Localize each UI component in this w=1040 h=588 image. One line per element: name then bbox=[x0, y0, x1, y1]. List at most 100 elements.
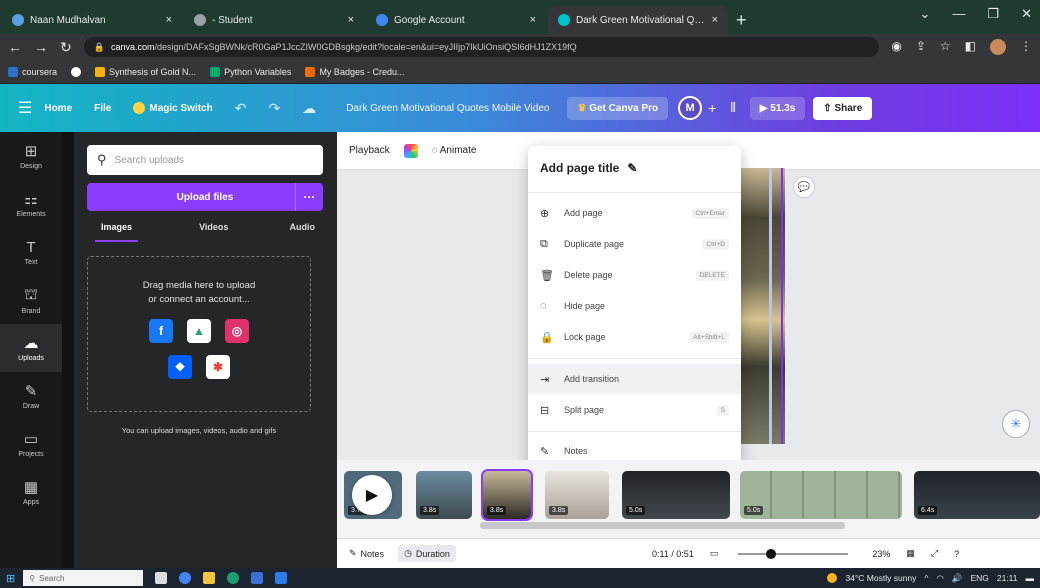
tab-student[interactable]: - Student × bbox=[184, 6, 364, 34]
timeline-clip[interactable]: 3.8s bbox=[545, 471, 609, 519]
menu-item-split-page[interactable]: ⊟ Split page S bbox=[528, 395, 741, 425]
facebook-icon[interactable]: f bbox=[149, 319, 173, 343]
close-icon[interactable]: × bbox=[712, 14, 718, 26]
rail-item-elements[interactable]: ⚏ Elements bbox=[0, 180, 62, 228]
back-icon[interactable]: ← bbox=[8, 39, 22, 55]
forward-icon[interactable]: → bbox=[34, 39, 48, 55]
panel-scrollbar[interactable] bbox=[62, 132, 74, 568]
magic-switch-button[interactable]: Magic Switch bbox=[133, 102, 213, 114]
timeline-clip[interactable]: 5.0s bbox=[622, 471, 730, 519]
color-picker-icon[interactable] bbox=[403, 143, 418, 158]
menu-item-add-transition[interactable]: ⇥ Add transition bbox=[528, 364, 741, 394]
help-icon[interactable]: ? bbox=[954, 549, 959, 559]
more-options-button[interactable]: ··· bbox=[295, 183, 323, 211]
weather-text[interactable]: 34°C Mostly sunny bbox=[845, 573, 916, 583]
menu-item-lock-page[interactable]: 🔒 Lock page Alt+Shift+L bbox=[528, 322, 741, 352]
fullscreen-preview-icon[interactable]: ▭ bbox=[710, 548, 719, 559]
clock[interactable]: 21:11 bbox=[997, 573, 1018, 583]
rail-item-projects[interactable]: ▭ Projects bbox=[0, 420, 62, 468]
menu-item-hide-page[interactable]: ◌ Hide page bbox=[528, 291, 741, 321]
reload-icon[interactable]: ↻ bbox=[60, 39, 72, 56]
magic-assistant-icon[interactable]: ✳ bbox=[1002, 410, 1030, 438]
playback-button[interactable]: Playback bbox=[349, 145, 390, 156]
tab-search-icon[interactable]: ⌄ bbox=[920, 6, 931, 22]
bookmark-python-variables[interactable]: Python Variables bbox=[210, 66, 291, 77]
tab-audio[interactable]: Audio bbox=[289, 218, 315, 242]
close-window-icon[interactable]: ✕ bbox=[1021, 6, 1032, 22]
zoom-slider[interactable] bbox=[738, 548, 849, 559]
upload-files-button[interactable]: Upload files ··· bbox=[87, 183, 323, 211]
present-play-button[interactable]: ▶ 51.3s bbox=[749, 96, 806, 120]
tab-canva-design[interactable]: Dark Green Motivational Quot... × bbox=[548, 6, 728, 34]
timeline-clip[interactable]: 5.0s bbox=[740, 471, 902, 519]
home-button[interactable]: Home bbox=[44, 103, 72, 114]
insights-icon[interactable]: ⫴ bbox=[730, 100, 735, 116]
instagram-icon[interactable]: ◎ bbox=[225, 319, 249, 343]
tray-chevron-icon[interactable]: ^ bbox=[924, 573, 928, 583]
upload-drop-zone[interactable]: Drag media here to upload or connect an … bbox=[87, 256, 311, 412]
tab-images[interactable]: Images bbox=[95, 218, 139, 242]
bookmark-my-badges[interactable]: My Badges - Credu... bbox=[305, 66, 404, 77]
google-lens-icon[interactable]: ◉ bbox=[891, 39, 901, 55]
rail-item-text[interactable]: T Text bbox=[0, 228, 62, 276]
taskview-icon[interactable] bbox=[155, 572, 168, 584]
bookmark-synthesis[interactable]: Synthesis of Gold N... bbox=[95, 66, 196, 77]
document-title[interactable]: Dark Green Motivational Quotes Mobile Vi… bbox=[346, 103, 549, 114]
language-indicator[interactable]: ENG bbox=[970, 573, 988, 583]
rail-item-uploads[interactable]: ☁ Uploads bbox=[0, 324, 62, 372]
new-tab-button[interactable]: + bbox=[736, 6, 747, 34]
timeline-clip[interactable]: 6.4s bbox=[914, 471, 1040, 519]
network-icon[interactable]: ◠ bbox=[936, 573, 943, 584]
rail-item-apps[interactable]: ▦ Apps bbox=[0, 468, 62, 516]
add-page-title[interactable]: Add page title ✎ bbox=[540, 161, 637, 175]
expand-icon[interactable]: ⤢ bbox=[931, 548, 938, 559]
undo-icon[interactable]: ↶ bbox=[235, 100, 247, 117]
bookmark-coursera[interactable]: coursera bbox=[8, 66, 57, 77]
tab-google-account[interactable]: Google Account × bbox=[366, 6, 546, 34]
hamburger-menu-icon[interactable]: ☰ bbox=[18, 98, 32, 118]
close-icon[interactable]: × bbox=[348, 14, 354, 26]
play-timeline-button[interactable]: ▶ bbox=[352, 475, 392, 515]
notes-button[interactable]: ✎ Notes bbox=[349, 548, 384, 559]
explorer-icon[interactable] bbox=[203, 572, 216, 584]
add-collaborator-icon[interactable]: + bbox=[708, 100, 716, 116]
star-icon[interactable]: ☆ bbox=[940, 39, 951, 55]
tab-videos[interactable]: Videos bbox=[199, 218, 228, 242]
menu-item-delete-page[interactable]: 🗑 Delete page DELETE bbox=[528, 260, 741, 290]
share-button[interactable]: ⇧ Share bbox=[813, 96, 873, 120]
close-icon[interactable]: × bbox=[166, 14, 172, 26]
store-icon[interactable] bbox=[251, 572, 264, 584]
zoom-slider-knob[interactable] bbox=[766, 548, 777, 559]
rail-item-draw[interactable]: ✎ Draw bbox=[0, 372, 62, 420]
cloud-save-icon[interactable]: ☁ bbox=[302, 100, 316, 117]
timeline-scrollbar[interactable] bbox=[480, 522, 845, 529]
profile-avatar[interactable] bbox=[990, 39, 1006, 55]
redo-icon[interactable]: ↷ bbox=[268, 100, 280, 117]
windows-start-icon[interactable]: ⊞ bbox=[6, 572, 15, 585]
google-drive-icon[interactable]: ▲ bbox=[187, 319, 211, 343]
close-icon[interactable]: × bbox=[530, 14, 536, 26]
duration-button[interactable]: ◷ Duration bbox=[398, 545, 456, 562]
user-avatar[interactable]: M bbox=[678, 96, 703, 120]
bookmark-github[interactable] bbox=[71, 66, 82, 77]
dropbox-icon[interactable]: ❖ bbox=[168, 355, 192, 379]
timeline-clip-selected[interactable]: 3.8s bbox=[481, 469, 533, 521]
zoom-level[interactable]: 23% bbox=[872, 549, 890, 559]
tab-naan-mudhalvan[interactable]: Naan Mudhalvan × bbox=[2, 6, 182, 34]
taskbar-search[interactable]: ⚲ Search bbox=[23, 570, 144, 586]
timeline-clip[interactable]: 3.8s bbox=[416, 471, 472, 519]
edge-icon[interactable] bbox=[227, 572, 240, 584]
rail-item-brand[interactable]: ⛫ Brand bbox=[0, 276, 62, 324]
search-uploads-input[interactable]: ⚲ Search uploads bbox=[87, 145, 323, 175]
comment-icon[interactable]: 💬 bbox=[793, 176, 815, 198]
mail-icon[interactable] bbox=[275, 572, 288, 584]
maximize-icon[interactable]: ❐ bbox=[987, 6, 999, 22]
chrome-icon[interactable] bbox=[179, 572, 192, 584]
url-field[interactable]: 🔒 canva.com /design/DAFxSgBWNk/cR0GaP1Jc… bbox=[83, 37, 880, 57]
get-canva-pro-button[interactable]: ♛ Get Canva Pro bbox=[567, 96, 669, 120]
file-menu-button[interactable]: File bbox=[94, 103, 111, 114]
animate-button[interactable]: ◌ Animate bbox=[432, 145, 477, 156]
share-icon[interactable]: ⇪ bbox=[916, 39, 926, 55]
minimize-icon[interactable]: — bbox=[952, 6, 965, 22]
grid-view-icon[interactable]: ▦ bbox=[906, 548, 915, 559]
